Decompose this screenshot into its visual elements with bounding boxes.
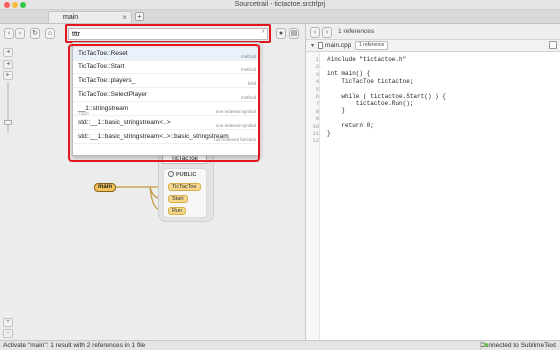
file-name[interactable]: main.cpp: [325, 42, 351, 49]
ide-connection-status: Connected to SublimeText: [480, 342, 556, 349]
line-number: 8: [315, 107, 319, 115]
line-number: 1: [315, 56, 319, 63]
next-reference-button[interactable]: ›: [322, 27, 332, 38]
member-node[interactable]: Start: [168, 195, 188, 203]
line-number: 6: [315, 93, 319, 100]
autocomplete-highlight-annotation: [68, 44, 260, 162]
member-node[interactable]: Run: [168, 207, 187, 215]
code-line[interactable]: while ( tictactoe.Start() ) {: [327, 93, 445, 100]
previous-reference-button[interactable]: ‹: [310, 27, 320, 38]
line-number: 7: [315, 100, 319, 108]
maximize-file-icon[interactable]: [549, 41, 557, 49]
code-line[interactable]: TicTacToe tictactoe;: [327, 78, 413, 85]
references-count: 1 references: [338, 28, 375, 35]
main-function-node[interactable]: main: [94, 183, 117, 192]
status-message: Activate "main": 1 result with 2 referen…: [3, 342, 146, 349]
code-line[interactable]: }: [327, 107, 345, 114]
status-separator: [480, 341, 481, 350]
line-number: 4: [315, 78, 319, 86]
code-line[interactable]: #include "tictactoe.h": [327, 56, 406, 63]
file-icon: [318, 42, 323, 49]
reference-badge: 1 reference: [355, 41, 389, 50]
collapse-arrow-icon[interactable]: ▾: [311, 42, 314, 49]
line-number: 11: [312, 130, 319, 137]
globe-icon: [168, 171, 174, 177]
line-number: 3: [315, 70, 319, 78]
line-number: 10: [312, 122, 319, 130]
status-bar: Activate "main": 1 result with 2 referen…: [0, 340, 560, 350]
code-line[interactable]: tictactoe.Run();: [327, 100, 414, 107]
public-label: PUBLIC: [176, 172, 197, 178]
member-node[interactable]: TicTacToe: [168, 183, 201, 191]
code-line[interactable]: int main() {: [327, 70, 370, 77]
connection-status-icon: [484, 343, 488, 347]
line-number: 5: [315, 85, 319, 93]
line-number: 2: [315, 63, 319, 71]
code-line[interactable]: }: [327, 130, 331, 137]
code-line[interactable]: return 0;: [327, 122, 373, 129]
line-number: 12: [312, 137, 319, 145]
line-number: 9: [315, 115, 319, 123]
